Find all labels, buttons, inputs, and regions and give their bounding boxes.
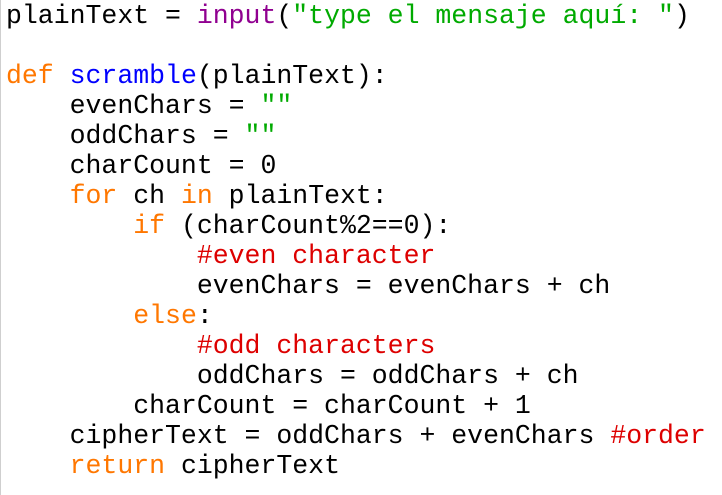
code-editor[interactable]: plainText = input("type el mensaje aquí:… [0, 0, 722, 495]
editor-left-border [0, 0, 1, 495]
code-line[interactable]: return cipherText [6, 451, 706, 481]
comment-token: #odd characters [196, 331, 436, 361]
code-token: ( [276, 1, 293, 31]
code-token: ch [117, 181, 181, 211]
string-token: "" [260, 91, 293, 121]
code-line[interactable]: for ch in plainText: [6, 181, 706, 211]
code-token: oddChars = [6, 121, 245, 151]
code-token: plainText = [6, 1, 197, 31]
comment-token: #order [610, 421, 706, 451]
code-line[interactable]: oddChars = "" [6, 121, 706, 151]
code-line[interactable]: plainText = input("type el mensaje aquí:… [6, 1, 706, 31]
code-token: (charCount%2==0): [165, 211, 452, 241]
code-token: oddChars = oddChars + ch [6, 361, 579, 391]
keyword-token: else [133, 301, 197, 331]
code-token: ) [673, 1, 690, 31]
code-line[interactable]: #odd characters [6, 331, 706, 361]
code-line[interactable]: cipherText = oddChars + evenChars #order [6, 421, 706, 451]
keyword-token: def [6, 61, 54, 91]
code-token: evenChars = [6, 91, 261, 121]
code-token: cipherText = oddChars + evenChars [6, 421, 611, 451]
builtin-token: input [196, 1, 277, 31]
code-line[interactable]: if (charCount%2==0): [6, 211, 706, 241]
code-token: plainText: [212, 181, 388, 211]
comment-token: #even character [196, 241, 436, 271]
code-token: evenChars = evenChars + ch [6, 271, 611, 301]
function-name-token: scramble [69, 61, 197, 91]
keyword-token: if [133, 211, 166, 241]
string-token: "type el mensaje aquí: " [292, 1, 674, 31]
code-text-area[interactable]: plainText = input("type el mensaje aquí:… [6, 1, 706, 481]
code-line[interactable]: def scramble(plainText): [6, 61, 706, 91]
code-line[interactable]: #even character [6, 241, 706, 271]
code-token: charCount = 0 [6, 151, 277, 181]
code-line[interactable]: charCount = 0 [6, 151, 706, 181]
keyword-token: for [69, 181, 118, 211]
code-token: cipherText [165, 451, 340, 481]
code-token: charCount = charCount + 1 [6, 391, 531, 421]
code-line[interactable]: evenChars = "" [6, 91, 706, 121]
code-line[interactable]: else: [6, 301, 706, 331]
code-token: (plainText): [196, 61, 388, 91]
code-line[interactable]: charCount = charCount + 1 [6, 391, 706, 421]
code-line[interactable]: oddChars = oddChars + ch [6, 361, 706, 391]
string-token: "" [244, 121, 277, 151]
code-line[interactable]: evenChars = evenChars + ch [6, 271, 706, 301]
keyword-token: return [69, 451, 166, 481]
code-line[interactable]: ​ [6, 31, 706, 61]
keyword-token: in [180, 181, 213, 211]
code-token: : [196, 301, 213, 331]
